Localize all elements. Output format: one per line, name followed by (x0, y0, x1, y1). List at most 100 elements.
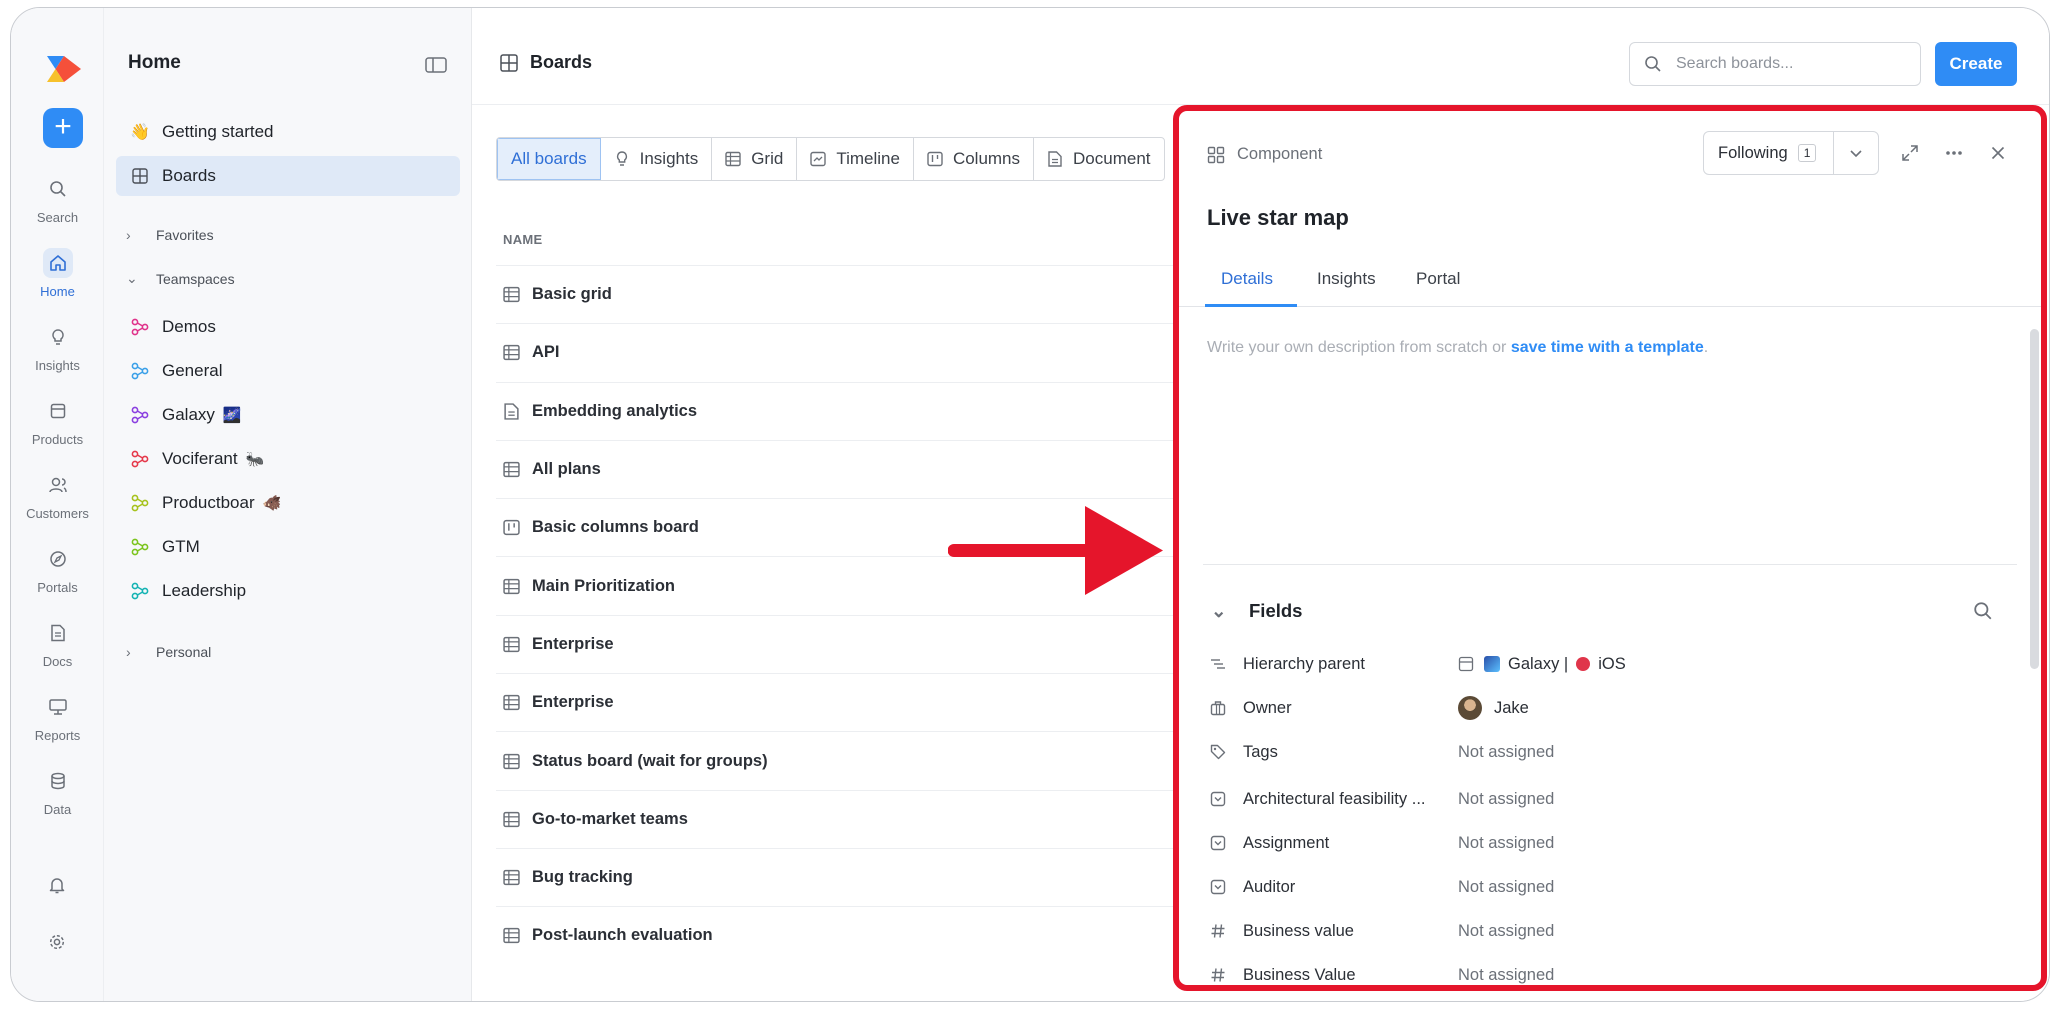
rail-item-portals[interactable]: Portals (11, 544, 104, 595)
table-icon (503, 695, 520, 711)
field-owner[interactable]: Owner Jake (1209, 691, 1989, 725)
box-icon (1458, 656, 1474, 672)
field-row[interactable]: Business value Not assigned (1209, 914, 1989, 948)
lightbulb-icon (616, 151, 627, 166)
table-icon (503, 636, 520, 653)
field-value[interactable]: Not assigned (1458, 790, 1554, 809)
tab-insights[interactable]: Insights (601, 138, 713, 180)
component-detail-panel: Component Following 1 Live star map Deta… (1173, 105, 2047, 991)
tab-document[interactable]: Document (1034, 138, 1163, 180)
table-row[interactable]: Basic grid (496, 265, 1196, 323)
more-options-icon[interactable] (1942, 141, 1966, 165)
teamspace-emoji: 🐗 (262, 495, 282, 512)
close-icon[interactable] (1986, 141, 2010, 165)
chevron-right-icon: › (126, 644, 131, 660)
tab-columns[interactable]: Columns (914, 138, 1035, 180)
sidebar-item-teamspace[interactable]: Leadership (116, 571, 460, 611)
rail-item-insights[interactable]: Insights (11, 322, 104, 373)
tab-all-boards[interactable]: All boards (497, 138, 601, 180)
field-row[interactable]: Business Value Not assigned (1209, 958, 1989, 985)
tab-details[interactable]: Details (1221, 269, 1273, 289)
sidebar-item-teamspace[interactable]: General (116, 351, 460, 391)
field-value[interactable]: Not assigned (1458, 922, 1554, 941)
tab-insights[interactable]: Insights (1317, 269, 1376, 289)
column-header-name[interactable]: NAME (503, 232, 542, 247)
rail-item-search[interactable]: Search (11, 174, 104, 225)
sidebar-item-teamspace[interactable]: Galaxy 🌌 (116, 395, 460, 435)
table-icon (503, 753, 520, 769)
sidebar-item-teamspace[interactable]: GTM (116, 527, 460, 567)
sidebar-section-favorites[interactable]: › Favorites (126, 227, 214, 243)
following-count-badge: 1 (1797, 144, 1817, 162)
tab-grid[interactable]: Grid (712, 138, 798, 180)
rail-item-docs[interactable]: Docs (11, 618, 104, 669)
sidebar-item-label: Productboar (162, 493, 255, 512)
box-icon (43, 396, 73, 426)
field-value[interactable]: Not assigned (1458, 878, 1554, 897)
search-placeholder: Search boards... (1676, 55, 1794, 72)
search-icon[interactable] (1973, 601, 1993, 621)
field-row[interactable]: Architectural feasibility ... Not assigne… (1209, 782, 1989, 816)
teamspace-emoji: 🌌 (222, 407, 242, 424)
description-editor[interactable]: Write your own description from scratch … (1207, 339, 1708, 357)
chevron-down-icon (1850, 150, 1862, 158)
table-icon (503, 286, 520, 303)
board-name: Basic columns board (532, 518, 699, 537)
database-icon (43, 766, 73, 796)
sidebar-item-teamspace[interactable]: Productboar 🐗 (116, 483, 460, 523)
table-row[interactable]: Status board (wait for groups) (496, 731, 1196, 789)
sidebar-item-label: Boards (162, 166, 216, 185)
sidebar-section-personal[interactable]: › Personal (126, 644, 211, 660)
expand-icon[interactable] (1898, 141, 1922, 165)
field-value[interactable]: Galaxy | iOS (1458, 655, 1626, 674)
scrollbar[interactable] (2030, 329, 2039, 669)
table-row[interactable]: Go-to-market teams (496, 789, 1196, 848)
field-value[interactable]: Not assigned (1458, 834, 1554, 853)
field-row[interactable]: Auditor Not assigned (1209, 870, 1989, 904)
tab-portal[interactable]: Portal (1416, 269, 1460, 289)
field-row[interactable]: Tags Not assigned (1209, 735, 1989, 769)
following-label-wrap[interactable]: Following 1 (1704, 132, 1834, 174)
rail-create-button[interactable]: + (43, 108, 83, 148)
rail-item-data[interactable]: Data (11, 766, 104, 817)
table-row[interactable]: Enterprise (496, 614, 1196, 673)
sidebar-collapse-icon[interactable] (425, 56, 447, 74)
table-row[interactable]: API (496, 323, 1196, 381)
sidebar-item-getting-started[interactable]: 👋 Getting started (116, 112, 460, 152)
page-title-text: Boards (530, 52, 593, 72)
sidebar-section-teamspaces[interactable]: ⌄ Teamspaces (126, 270, 235, 287)
sidebar-item-boards[interactable]: Boards (116, 156, 460, 196)
field-row[interactable]: Assignment Not assigned (1209, 826, 1989, 860)
fields-section-header[interactable]: ⌄ Fields (1211, 600, 1302, 622)
template-link[interactable]: save time with a template (1511, 339, 1704, 356)
sidebar-item-teamspace[interactable]: Vociferant 🐜 (116, 439, 460, 479)
field-hierarchy-parent[interactable]: Hierarchy parent Galaxy | iOS (1209, 647, 1989, 681)
table-row[interactable]: Post-launch evaluation (496, 906, 1196, 964)
field-value[interactable]: Not assigned (1458, 743, 1554, 762)
rail-item-reports[interactable]: Reports (11, 692, 104, 743)
tab-timeline[interactable]: Timeline (797, 138, 914, 180)
table-row[interactable]: Bug tracking (496, 847, 1196, 906)
productboard-logo[interactable] (47, 56, 81, 82)
field-value[interactable]: Jake (1458, 696, 1529, 720)
fields-heading: Fields (1249, 600, 1303, 621)
tag-icon (1209, 743, 1227, 761)
following-button[interactable]: Following 1 (1703, 131, 1879, 175)
board-name: Enterprise (532, 634, 614, 653)
doc-icon (43, 618, 73, 648)
rail-item-customers[interactable]: Customers (11, 470, 104, 521)
create-button[interactable]: Create (1935, 42, 2017, 86)
field-value[interactable]: Not assigned (1458, 966, 1554, 985)
gear-icon[interactable] (42, 927, 72, 957)
table-row[interactable]: Enterprise (496, 673, 1196, 731)
tab-label: All boards (511, 149, 587, 168)
component-title[interactable]: Live star map (1207, 205, 1349, 231)
sidebar-item-teamspace[interactable]: Demos (116, 307, 460, 347)
bell-icon[interactable] (42, 870, 72, 900)
table-row[interactable]: All plans (496, 439, 1196, 498)
rail-item-products[interactable]: Products (11, 396, 104, 447)
rail-item-home[interactable]: Home (11, 248, 104, 299)
search-input[interactable]: Search boards... (1629, 42, 1921, 86)
following-dropdown[interactable] (1834, 132, 1878, 174)
table-row[interactable]: Embedding analytics (496, 381, 1196, 440)
